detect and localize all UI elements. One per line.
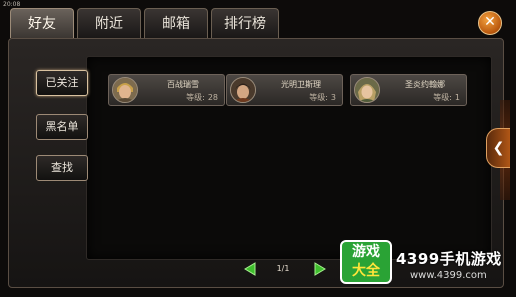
prev-page-icon[interactable]	[243, 262, 257, 276]
friend-name: 圣炎约翰娜	[405, 80, 445, 89]
next-page-icon[interactable]	[313, 262, 327, 276]
watermark-url: www.4399.com	[410, 270, 487, 281]
tab-nearby[interactable]: 附近	[77, 8, 141, 38]
avatar	[230, 77, 256, 103]
page-indicator: 1/1	[276, 264, 290, 273]
close-button[interactable]: ✕	[478, 11, 502, 35]
watermark-logo: 游戏 大全	[340, 240, 392, 284]
friend-card[interactable]: 圣炎约翰娜 等级: 1	[350, 74, 467, 106]
friend-card[interactable]: 百战瑞雪 等级: 28	[108, 74, 225, 106]
avatar	[354, 77, 380, 103]
friend-name: 百战瑞雪	[167, 80, 199, 89]
avatar	[112, 77, 138, 103]
friend-card[interactable]: 光明卫斯理 等级: 3	[226, 74, 343, 106]
tab-friends[interactable]: 好友	[10, 8, 74, 38]
tab-mailbox[interactable]: 邮箱	[144, 8, 208, 38]
friend-level: 等级: 1	[433, 93, 460, 102]
blacklist-button[interactable]: 黑名单	[36, 114, 88, 140]
friend-level: 等级: 28	[186, 93, 218, 102]
watermark-title: 4399手机游戏	[396, 250, 502, 268]
collapse-arrow-icon[interactable]: ❮	[486, 128, 510, 168]
status-time: 20:08	[3, 1, 21, 8]
search-button[interactable]: 查找	[36, 155, 88, 181]
friend-name: 光明卫斯理	[281, 80, 321, 89]
followed-button[interactable]: 已关注	[36, 70, 88, 96]
friend-level: 等级: 3	[309, 93, 336, 102]
tab-leaderboard[interactable]: 排行榜	[211, 8, 279, 38]
